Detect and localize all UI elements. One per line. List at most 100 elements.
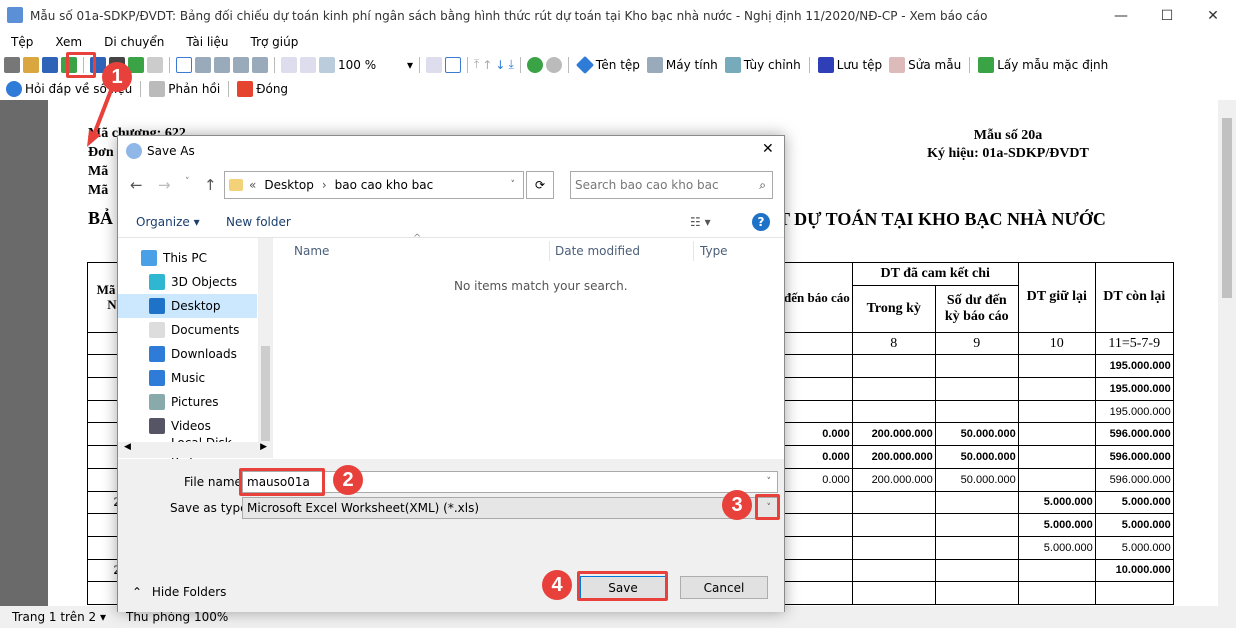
zoom-in-icon[interactable] xyxy=(214,56,230,73)
forward-arrow-icon[interactable]: → xyxy=(158,176,171,194)
new-folder-button[interactable]: New folder xyxy=(226,215,291,229)
open-icon[interactable] xyxy=(23,56,39,73)
close-report-button[interactable]: Đóng xyxy=(235,80,290,97)
forward-icon[interactable] xyxy=(545,56,562,73)
cell-col11: 195.000.000 xyxy=(1094,377,1174,401)
chevron-down-icon[interactable]: ˅ xyxy=(767,477,772,487)
cell-col8 xyxy=(851,581,936,605)
nav-scrollbar[interactable] xyxy=(258,238,273,458)
breadcrumb-overflow[interactable]: « xyxy=(249,178,256,192)
nav-item[interactable]: Pictures xyxy=(118,390,257,414)
nav-hscrollbar[interactable]: ◀ ▶ xyxy=(118,442,273,458)
zoom-select[interactable]: 100 % ▾ xyxy=(338,58,413,72)
column-date-modified[interactable]: Date modified xyxy=(555,244,640,258)
menu-help[interactable]: Trợ giúp xyxy=(240,35,310,49)
maximize-button[interactable]: ☐ xyxy=(1144,0,1190,31)
back-icon[interactable] xyxy=(526,56,543,73)
index-10: 10 xyxy=(1017,331,1096,356)
annotation-step-3: 3 xyxy=(722,490,752,520)
file-name-button[interactable]: Tên tệp xyxy=(575,55,642,74)
customize-button[interactable]: Tùy chỉnh xyxy=(723,56,803,73)
index-8: 8 xyxy=(851,331,936,356)
scrollbar-thumb[interactable] xyxy=(1222,118,1232,298)
column-type[interactable]: Type xyxy=(700,244,728,258)
hide-folders-button[interactable]: ⌃ Hide Folders xyxy=(132,585,226,599)
cell-col10 xyxy=(1017,558,1096,583)
nav-item[interactable]: Videos xyxy=(118,414,257,438)
form-number: Mẫu số 20a xyxy=(973,128,1043,143)
single-page-icon[interactable] xyxy=(426,56,442,73)
up-arrow-icon[interactable]: ↑ xyxy=(204,176,217,194)
nav-item[interactable]: This PC xyxy=(118,246,257,270)
cancel-button[interactable]: Cancel xyxy=(680,576,768,599)
next-page-icon[interactable]: ↓ xyxy=(495,58,505,72)
cell-col10 xyxy=(1017,445,1096,469)
menu-view[interactable]: Xem xyxy=(44,35,93,49)
breadcrumb-desktop[interactable]: Desktop xyxy=(264,178,314,192)
form-info: Mẫu số 20a Ký hiệu: 01a-SDKP/ĐVDT xyxy=(908,127,1108,163)
prev-page-icon[interactable]: ↑ xyxy=(482,58,492,72)
default-template-button[interactable]: Lấy mẫu mặc định xyxy=(976,56,1110,73)
form-symbol: Ký hiệu: 01a-SDKP/ĐVDT xyxy=(927,146,1089,161)
undo-icon xyxy=(978,56,995,73)
last-page-icon[interactable]: ⤓ xyxy=(508,57,513,72)
edit-template-button[interactable]: Sửa mẫu xyxy=(887,56,963,73)
address-bar[interactable]: « Desktop › bao cao kho bac ˅ xyxy=(224,171,524,199)
back-arrow-icon[interactable]: ← xyxy=(130,176,143,194)
cell-col7: 0.000 xyxy=(781,445,853,469)
chevron-right-icon: › xyxy=(321,178,327,192)
cell-col11: 5.000.000 xyxy=(1094,513,1174,537)
recent-chevron-icon[interactable]: ˅ xyxy=(185,177,190,187)
fit-page-icon[interactable] xyxy=(300,56,316,73)
nav-item[interactable]: 3D Objects xyxy=(118,270,257,294)
nav-item-label: Music xyxy=(171,371,206,385)
zoom-out-icon[interactable] xyxy=(233,56,249,73)
view-options-icon[interactable]: ☷ ▾ xyxy=(690,215,711,229)
nav-item-icon xyxy=(149,322,165,338)
save-file-button[interactable]: Lưu tệp xyxy=(816,56,884,73)
cell-col9 xyxy=(934,399,1019,424)
save-icon[interactable] xyxy=(42,56,58,73)
menu-bar: Tệp Xem Di chuyển Tài liệu Trợ giúp xyxy=(0,31,1236,52)
print-icon[interactable] xyxy=(4,56,20,73)
multi-page-icon[interactable] xyxy=(445,56,461,73)
actual-size-icon[interactable] xyxy=(319,56,335,73)
fit-width-icon[interactable] xyxy=(281,56,297,73)
menu-file[interactable]: Tệp xyxy=(0,35,44,49)
feedback-button[interactable]: Phản hồi xyxy=(147,80,222,97)
menu-navigate[interactable]: Di chuyển xyxy=(93,35,175,49)
cell-col10 xyxy=(1017,581,1096,605)
scrollbar-thumb[interactable] xyxy=(261,346,270,441)
chevron-down-icon[interactable]: ˅ xyxy=(511,180,516,190)
nav-item[interactable]: Documents xyxy=(118,318,257,342)
dialog-close-button[interactable]: ✕ xyxy=(762,141,774,157)
breadcrumb-folder[interactable]: bao cao kho bac xyxy=(335,178,434,192)
first-page-icon[interactable]: ⤒ xyxy=(474,57,479,72)
nav-item[interactable]: Desktop xyxy=(118,294,257,318)
column-name[interactable]: Name xyxy=(294,244,329,258)
search-input[interactable]: Search bao cao kho bac ⌕ xyxy=(570,171,773,199)
minimize-button[interactable]: — xyxy=(1098,0,1144,31)
calculator-button[interactable]: Máy tính xyxy=(645,56,720,73)
header-balance: Số dư đến kỳ báo cáo xyxy=(934,284,1019,333)
vertical-scrollbar[interactable] xyxy=(1218,100,1236,606)
zoom-icon[interactable] xyxy=(195,56,211,73)
page-indicator[interactable]: Trang 1 trên 2 ▾ xyxy=(12,610,106,624)
refresh-button[interactable]: ⟳ xyxy=(526,171,554,199)
page-text: Trang 1 trên 2 xyxy=(12,610,97,624)
cell-col9 xyxy=(934,535,1019,560)
close-button[interactable]: ✕ xyxy=(1190,0,1236,31)
help-icon[interactable]: ? xyxy=(752,213,770,231)
nav-item-label: 3D Objects xyxy=(171,275,238,289)
zoom-rect-icon[interactable] xyxy=(252,56,268,73)
nav-item[interactable]: Music xyxy=(118,366,257,390)
power-icon xyxy=(237,80,254,97)
nav-item[interactable]: Downloads xyxy=(118,342,257,366)
cell-col11: 5.000.000 xyxy=(1094,535,1174,560)
hand-icon[interactable] xyxy=(176,56,192,73)
save-as-type-select[interactable]: Microsoft Excel Worksheet(XML) (*.xls) ˅ xyxy=(242,497,778,519)
cell-col10 xyxy=(1017,399,1096,424)
organize-button[interactable]: Organize ▾ xyxy=(136,215,200,229)
menu-document[interactable]: Tài liệu xyxy=(175,35,239,49)
page-setup-icon[interactable] xyxy=(147,56,163,73)
